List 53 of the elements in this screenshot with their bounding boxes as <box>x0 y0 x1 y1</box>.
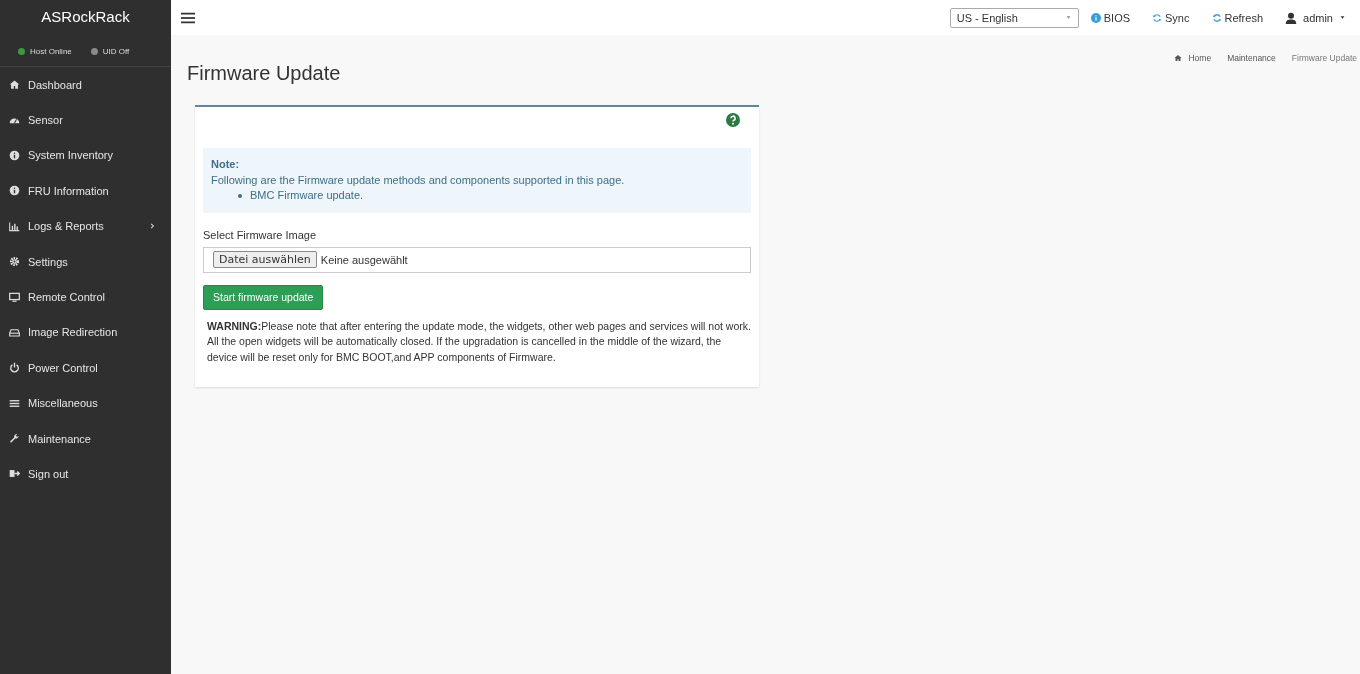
note-title: Note: <box>211 157 241 172</box>
sidebar-item[interactable]: Image Redirection <box>0 314 171 351</box>
sidebar-item[interactable]: Settings <box>0 243 171 280</box>
sync-icon <box>1152 12 1163 23</box>
sign-out-icon <box>9 468 20 480</box>
status-label: Host Online <box>30 47 72 56</box>
sidebar-item[interactable]: Miscellaneous <box>0 385 171 421</box>
bullet-icon <box>238 193 242 198</box>
list-icon <box>9 397 20 409</box>
gear-icon <box>9 256 20 268</box>
sidebar-item[interactable]: FRU Information <box>0 173 171 209</box>
sidebar-item[interactable]: Maintenance <box>0 420 171 457</box>
sidebar-item[interactable]: System Inventory <box>0 137 171 174</box>
language-select[interactable]: US - English <box>949 7 1079 28</box>
user-icon <box>1285 11 1298 24</box>
sidebar-item[interactable]: Remote Control <box>0 279 171 315</box>
power-icon <box>9 362 20 374</box>
field-label: Select Firmware Image <box>203 228 318 241</box>
choose-file-button[interactable]: Datei auswählen <box>213 251 317 268</box>
breadcrumb-item[interactable]: Maintenance <box>1227 53 1276 63</box>
sidebar-item[interactable]: Sign out <box>0 456 171 492</box>
page-title: Firmware Update <box>187 62 341 85</box>
help-icon <box>726 113 740 127</box>
menu-icon <box>179 10 197 25</box>
home-icon <box>1174 54 1183 62</box>
home-icon <box>9 79 20 91</box>
user-menu[interactable]: admin <box>1285 11 1346 24</box>
breadcrumb-item: Firmware Update <box>1291 53 1357 63</box>
note-text: Following are the Firmware update methods and components supported in this page. <box>211 172 626 188</box>
sidebar-item[interactable]: Sensor <box>0 102 171 138</box>
bar-chart-icon <box>9 220 20 232</box>
sidebar-item[interactable]: Logs & Reports <box>0 208 171 244</box>
sidebar-item[interactable]: Dashboard <box>0 67 171 103</box>
sidebar-item[interactable]: Power Control <box>0 350 171 386</box>
wrench-icon <box>9 433 20 445</box>
file-input[interactable]: Datei auswählen Keine ausgewählt <box>203 246 751 273</box>
warning-text: WARNING:Please note that after entering the update mode, the widgets, other web pages and services will not work. All the open widgets will be automatically closed. If the upgradation is cancelled in the middle of the wizard, the device will be reset only for BMC BOOT,and APP components of Firmware. <box>207 318 751 365</box>
caret-icon <box>1064 15 1072 20</box>
status-label: UID Off <box>102 47 130 56</box>
note-item: BMC Firmware update. <box>250 188 364 203</box>
top-link[interactable]: Refresh <box>1211 11 1264 24</box>
top-link[interactable]: BIOS <box>1090 11 1131 24</box>
brand-logo: ASRockRack <box>40 7 131 27</box>
file-status: Keine ausgewählt <box>320 253 408 266</box>
info-icon <box>9 149 20 161</box>
top-link[interactable]: Sync <box>1152 11 1190 24</box>
monitor-icon <box>9 291 20 303</box>
info-icon <box>9 185 20 197</box>
drive-icon <box>9 326 20 338</box>
info-icon <box>1090 12 1101 23</box>
breadcrumb-item[interactable]: Home <box>1188 53 1212 63</box>
caret-icon <box>1339 15 1346 20</box>
refresh-icon <box>1211 12 1222 23</box>
